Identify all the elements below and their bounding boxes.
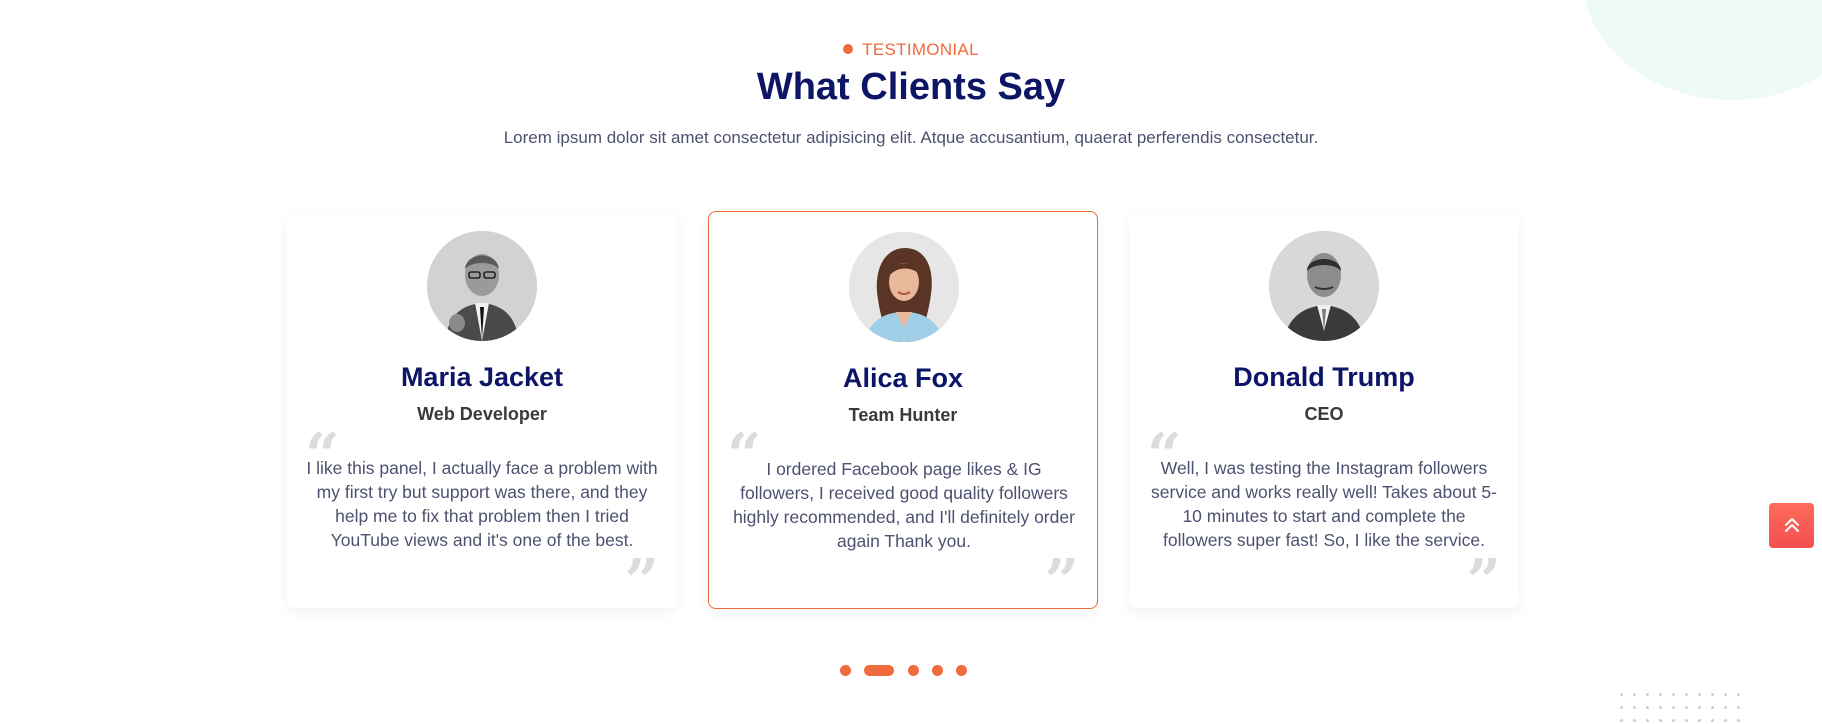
section-tag-label: TESTIMONIAL [862, 40, 979, 59]
section-subtitle: Lorem ipsum dolor sit amet consectetur a… [503, 128, 1319, 147]
testimonial-text: Well, I was testing the Instagram follow… [1151, 458, 1497, 550]
testimonial-name: Donald Trump [1233, 362, 1415, 392]
section-tag: TESTIMONIAL [0, 40, 1822, 60]
avatar [849, 232, 959, 342]
quote-close-icon: ” [624, 547, 659, 617]
tag-dot-icon [843, 43, 854, 54]
testimonial-name: Maria Jacket [400, 362, 564, 392]
quote-close-icon: ” [1044, 547, 1079, 617]
testimonial-text: I like this panel, I actually face a pro… [306, 458, 658, 550]
pagination-dot[interactable] [908, 665, 919, 676]
avatar [427, 231, 537, 341]
testimonial-card-active: Alica Fox Team Hunter “ I ordered Facebo… [708, 211, 1098, 617]
testimonial-card: Donald Trump CEO “ Well, I was testing t… [1129, 212, 1519, 612]
testimonial-text: I ordered Facebook page likes & IG follo… [733, 459, 1075, 551]
quote-close-icon: ” [1466, 547, 1501, 617]
scroll-top-button[interactable] [1769, 503, 1814, 548]
avatar [1269, 231, 1379, 341]
pagination-dot[interactable] [840, 665, 851, 676]
pagination-dot[interactable] [932, 665, 943, 676]
pagination-dot-active[interactable] [864, 665, 894, 676]
testimonial-name: Alica Fox [842, 363, 964, 393]
testimonial-role: Team Hunter [848, 405, 958, 425]
section-heading: What Clients Say [756, 66, 1066, 108]
decorative-dot-grid [1615, 688, 1745, 724]
testimonial-role: Web Developer [417, 404, 547, 424]
pagination-dot[interactable] [956, 665, 967, 676]
testimonial-role: CEO [1304, 404, 1344, 424]
testimonial-card: Maria Jacket Web Developer “ I like this… [287, 212, 677, 612]
chevrons-up-icon [1784, 518, 1799, 532]
